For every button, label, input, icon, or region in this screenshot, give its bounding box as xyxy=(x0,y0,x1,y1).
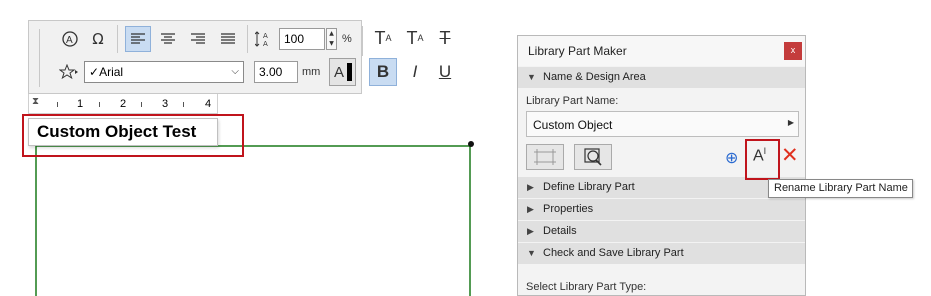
collapsed-arrow-icon: ▶ xyxy=(527,182,534,192)
library-part-name-field[interactable]: Custom Object ▶ xyxy=(526,111,799,137)
section-title: Properties xyxy=(543,203,594,215)
collapsed-arrow-icon: ▶ xyxy=(527,226,534,236)
object-outline xyxy=(35,145,471,296)
section-title: Check and Save Library Part xyxy=(543,247,684,259)
chevron-right-icon: ▶ xyxy=(787,118,794,127)
collapsed-arrow-icon: ▶ xyxy=(527,204,534,214)
add-icon[interactable]: ⊕ xyxy=(725,148,738,167)
highlight-text-frame xyxy=(22,114,244,157)
rename-tooltip: Rename Library Part Name xyxy=(768,179,913,198)
name-value: Custom Object xyxy=(533,118,613,132)
panel-title: Library Part Maker xyxy=(528,44,627,58)
delete-icon[interactable]: ✕ xyxy=(781,143,799,167)
preview-button[interactable] xyxy=(574,144,612,170)
section-properties[interactable]: ▶ Properties xyxy=(518,199,805,220)
capture-area-button[interactable] xyxy=(526,144,564,170)
section-define[interactable]: ▶ Define Library Part xyxy=(518,177,805,198)
expanded-arrow-icon: ▼ xyxy=(527,248,536,258)
highlight-rename-button xyxy=(745,139,780,180)
expanded-arrow-icon: ▼ xyxy=(527,72,536,82)
panel-titlebar: Library Part Maker x xyxy=(518,36,805,66)
section-check-save[interactable]: ▼ Check and Save Library Part xyxy=(518,243,805,264)
name-label: Library Part Name: xyxy=(526,95,619,107)
selection-node[interactable] xyxy=(468,141,474,147)
section-title: Define Library Part xyxy=(543,181,635,193)
select-type-label: Select Library Part Type: xyxy=(526,281,647,293)
section-title: Name & Design Area xyxy=(543,71,646,83)
close-button[interactable]: x xyxy=(784,42,802,60)
section-title: Details xyxy=(543,225,577,237)
section-details[interactable]: ▶ Details xyxy=(518,221,805,242)
section-name-design[interactable]: ▼ Name & Design Area xyxy=(518,67,805,88)
